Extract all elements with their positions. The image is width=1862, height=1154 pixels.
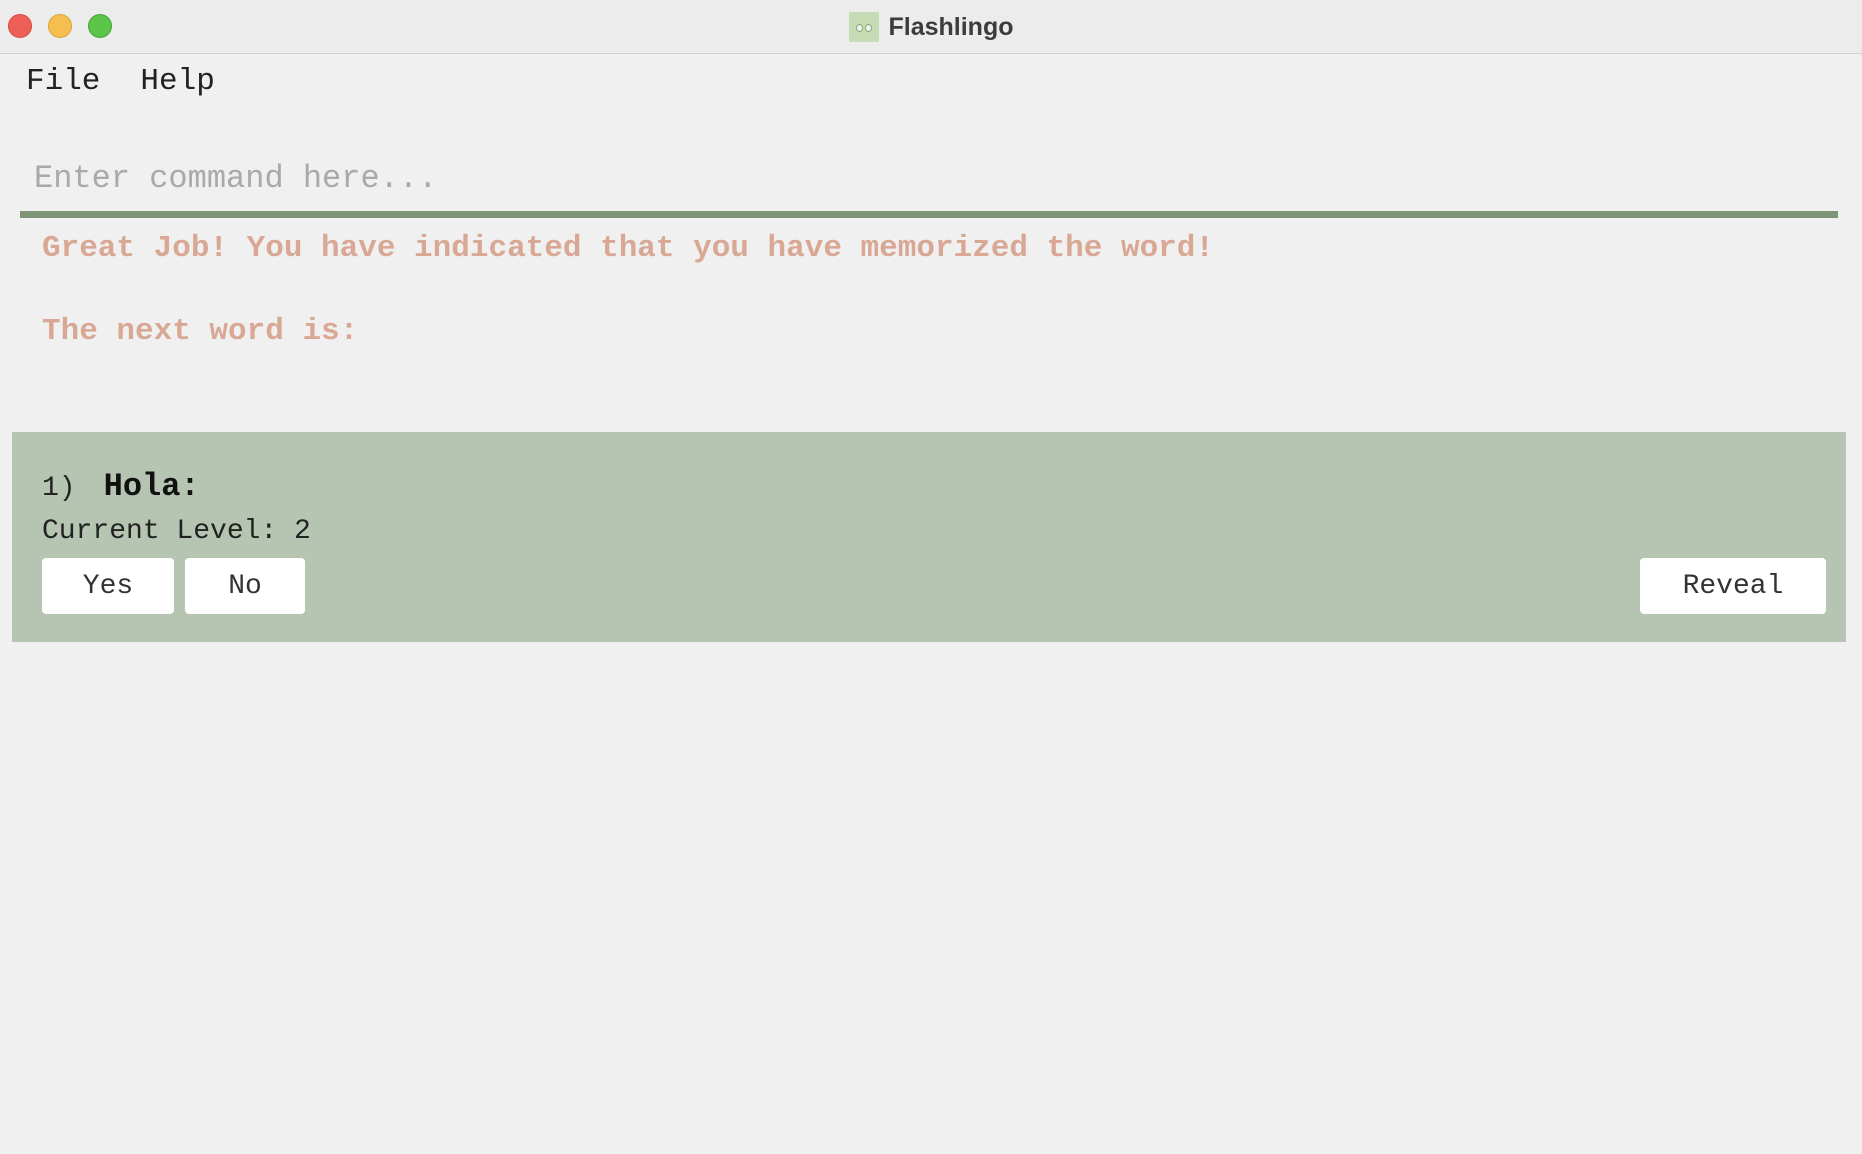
menu-help[interactable]: Help (140, 64, 214, 99)
title-bar: Flashlingo (0, 0, 1862, 54)
word-row: 1) Hola: (42, 468, 200, 505)
flashcard: 1) Hola: Current Level: 2 Yes No Reveal (12, 432, 1846, 642)
yes-button[interactable]: Yes (42, 558, 174, 614)
window-title: Flashlingo (888, 12, 1014, 41)
no-button[interactable]: No (185, 558, 305, 614)
title-wrap: Flashlingo (0, 0, 1862, 54)
word-text: Hola: (103, 468, 200, 505)
word-level: Current Level: 2 (42, 516, 311, 547)
menu-bar: File Help (26, 64, 215, 99)
reveal-button[interactable]: Reveal (1640, 558, 1826, 614)
result-display: Great Job! You have indicated that you h… (42, 233, 1214, 347)
app-icon-eye (855, 24, 863, 32)
command-input[interactable] (20, 146, 1838, 218)
app-icon (848, 12, 879, 42)
menu-file[interactable]: File (26, 64, 100, 99)
word-index: 1) (42, 473, 76, 504)
result-message: Great Job! You have indicated that you h… (42, 231, 1214, 266)
app-icon-eye (864, 24, 872, 32)
result-next-word-label: The next word is: (42, 314, 359, 349)
